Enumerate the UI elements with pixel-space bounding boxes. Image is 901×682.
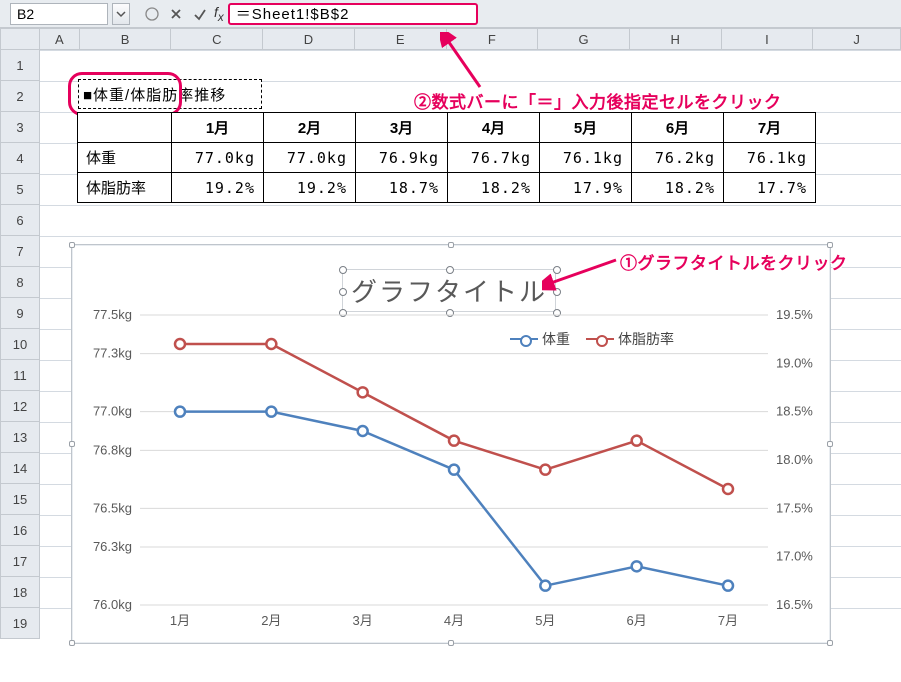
col-header-B[interactable]: B [80,28,172,50]
svg-text:77.0kg: 77.0kg [93,404,132,419]
row-header-4[interactable]: 4 [0,143,40,174]
col-header-I[interactable]: I [722,28,814,50]
spreadsheet: ABCDEFGHIJ 12345678910111213141516171819… [0,28,901,639]
plot-area: 76.0kg76.3kg76.5kg76.8kg77.0kg77.3kg77.5… [140,315,768,605]
row-header-12[interactable]: 12 [0,391,40,422]
formula-bar: B2 fx ＝Sheet1!$B$2 [0,0,901,28]
row-header-9[interactable]: 9 [0,298,40,329]
svg-text:2月: 2月 [261,613,281,628]
formula-close-icon[interactable] [140,3,164,25]
svg-text:76.5kg: 76.5kg [93,500,132,515]
col-header-C[interactable]: C [171,28,263,50]
row-cells[interactable] [40,205,901,236]
formula-input[interactable]: ＝Sheet1!$B$2 [228,3,478,25]
col-header-A[interactable]: A [40,28,80,50]
chart-title[interactable]: グラフタイトル [342,269,556,312]
col-header-G[interactable]: G [538,28,630,50]
callout-formula-bar: ②数式バーに「＝」入力後指定セルをクリック [414,88,782,113]
row-header-8[interactable]: 8 [0,267,40,298]
selected-cell-b2[interactable]: ■体重/体脂肪率推移 [78,79,262,109]
row-header-10[interactable]: 10 [0,329,40,360]
svg-text:77.5kg: 77.5kg [93,307,132,322]
name-box-value: B2 [17,6,34,22]
svg-text:1月: 1月 [170,613,190,628]
svg-text:77.3kg: 77.3kg [93,346,132,361]
svg-text:4月: 4月 [444,613,464,628]
col-header-F[interactable]: F [447,28,539,50]
row-header-11[interactable]: 11 [0,360,40,391]
formula-text: ＝Sheet1!$B$2 [236,3,350,24]
col-header-E[interactable]: E [355,28,447,50]
chart-title-text: グラフタイトル [351,277,547,307]
row-header-7[interactable]: 7 [0,236,40,267]
data-table: 1月2月3月4月5月6月7月体重77.0kg77.0kg76.9kg76.7kg… [77,112,816,203]
svg-text:18.5%: 18.5% [776,404,813,419]
col-header-D[interactable]: D [263,28,355,50]
row-header-18[interactable]: 18 [0,577,40,608]
callout-chart-title: ①グラフタイトルをクリック [620,249,848,274]
svg-text:19.0%: 19.0% [776,355,813,370]
row-header-1[interactable]: 1 [0,50,40,81]
chevron-down-icon [116,9,126,19]
column-headers: ABCDEFGHIJ [0,28,901,50]
svg-text:76.0kg: 76.0kg [93,597,132,612]
b2-title-text: ■体重/体脂肪率推移 [83,84,226,105]
svg-text:76.3kg: 76.3kg [93,539,132,554]
row-header-15[interactable]: 15 [0,484,40,515]
svg-text:17.0%: 17.0% [776,549,813,564]
row-header-16[interactable]: 16 [0,515,40,546]
row-cells[interactable] [40,50,901,81]
svg-text:5月: 5月 [535,613,555,628]
svg-text:76.8kg: 76.8kg [93,442,132,457]
svg-text:18.0%: 18.0% [776,452,813,467]
name-box-dropdown[interactable] [112,3,130,25]
col-header-H[interactable]: H [630,28,722,50]
row-header-14[interactable]: 14 [0,453,40,484]
row-header-19[interactable]: 19 [0,608,40,639]
name-box[interactable]: B2 [10,3,108,25]
row-header-3[interactable]: 3 [0,112,40,143]
col-header-J[interactable]: J [813,28,901,50]
enter-icon[interactable] [188,3,212,25]
row-header-5[interactable]: 5 [0,174,40,205]
select-all-corner[interactable] [0,28,40,50]
row-header-6[interactable]: 6 [0,205,40,236]
svg-text:16.5%: 16.5% [776,597,813,612]
svg-text:6月: 6月 [627,613,647,628]
cancel-icon[interactable] [164,3,188,25]
svg-text:19.5%: 19.5% [776,307,813,322]
fx-icon[interactable]: fx [212,4,228,24]
chart[interactable]: グラフタイトル 体重 体脂肪率 76.0kg76.3kg76.5kg76.8kg… [71,244,831,644]
row-header-2[interactable]: 2 [0,81,40,112]
row-header-13[interactable]: 13 [0,422,40,453]
svg-text:17.5%: 17.5% [776,500,813,515]
plot-svg: 76.0kg76.3kg76.5kg76.8kg77.0kg77.3kg77.5… [140,315,768,605]
svg-text:3月: 3月 [353,613,373,628]
row-header-17[interactable]: 17 [0,546,40,577]
svg-text:7月: 7月 [718,613,738,628]
